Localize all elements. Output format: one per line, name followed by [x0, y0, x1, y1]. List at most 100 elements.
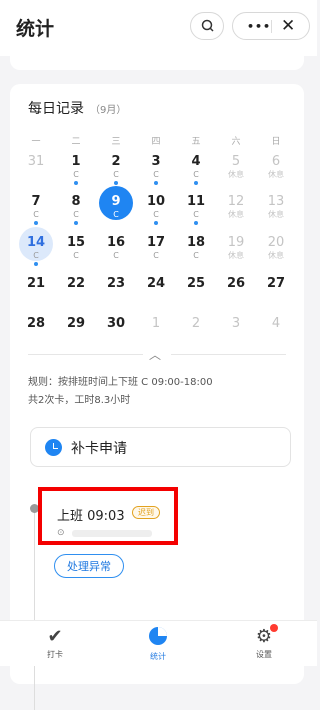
calendar-day[interactable]: 28 [16, 316, 56, 332]
patch-card-button[interactable]: 补卡申请 [30, 427, 291, 467]
calendar-day[interactable]: 4 [256, 316, 296, 332]
record-dot [74, 181, 78, 185]
calendar-day[interactable]: 9C [96, 186, 136, 225]
search-button[interactable] [190, 12, 224, 40]
calendar-day[interactable]: 19 休息 [216, 235, 256, 261]
handle-exception-button[interactable]: 处理异常 [54, 554, 124, 578]
day-number: 1 [151, 316, 161, 331]
day-number: 10 [146, 194, 166, 209]
weekday-label: 二 [71, 137, 81, 147]
calendar-day[interactable]: 2C [96, 154, 136, 185]
calendar-day[interactable]: 18 C [176, 235, 216, 261]
day-number: 8 [71, 194, 81, 209]
day-number: 18 [186, 235, 206, 250]
calendar-day[interactable]: 20 休息 [256, 235, 296, 261]
nav-item-settings[interactable]: ⚙ 设置 [234, 624, 294, 660]
calendar-day[interactable]: 30 [96, 316, 136, 332]
shift-label: C [33, 251, 39, 260]
shift-label: 休息 [268, 251, 284, 260]
calendar-day[interactable]: 4C [176, 154, 216, 185]
shift-label: C [193, 170, 199, 179]
calendar-day[interactable]: 11 C [176, 194, 216, 225]
calendar-day[interactable]: 8C [56, 194, 96, 225]
calendar-day[interactable]: 22 [56, 276, 96, 292]
shift-label: C [193, 251, 199, 260]
record-dot [154, 181, 158, 185]
calendar-day[interactable]: 12 休息 [216, 194, 256, 220]
day-number: 20 [267, 235, 285, 250]
day-number: 6 [271, 154, 281, 169]
day-number: 1 [71, 154, 81, 169]
record-dot [114, 181, 118, 185]
divider [171, 354, 286, 355]
calendar-day[interactable]: 2 [176, 316, 216, 332]
check-icon: ✔ [47, 626, 63, 647]
shift-label: 休息 [228, 210, 244, 219]
weekday-label: 三 [111, 137, 121, 147]
calendar-day[interactable]: 17 C [136, 235, 176, 261]
calendar-day[interactable]: 26 [216, 276, 256, 292]
nav-item-statistics[interactable]: 统计 [128, 627, 188, 662]
rule-text: 规则：按排班时间上下班 C 09:00-18:00 共2次卡，工时8.3小时 [28, 374, 213, 410]
record-dot [194, 221, 198, 225]
late-badge: 迟到 [132, 506, 160, 519]
calendar-day[interactable]: 7C [16, 194, 56, 225]
calendar-day[interactable]: 1C [56, 154, 96, 185]
calendar-day[interactable]: 27 [256, 276, 296, 292]
calendar-day[interactable]: 23 [96, 276, 136, 292]
nav-label: 打卡 [47, 650, 63, 659]
close-button[interactable]: ✕ [281, 16, 295, 36]
day-number: 4 [191, 154, 201, 169]
calendar-day[interactable]: 1 [136, 316, 176, 332]
shift-label: C [153, 210, 159, 219]
notification-dot [270, 624, 278, 632]
card-title: 每日记录 （9月） [28, 98, 126, 118]
calendar-day[interactable]: 3 [216, 316, 256, 332]
weekday-label: 一 [31, 137, 41, 147]
calendar-day[interactable]: 24 [136, 276, 176, 292]
day-number: 11 [186, 194, 206, 209]
timeline-line [34, 510, 35, 710]
rule-line: 规则：按排班时间上下班 C 09:00-18:00 [28, 377, 213, 388]
calendar-day[interactable]: 21 [16, 276, 56, 292]
calendar-day[interactable]: 5 休息 [216, 154, 256, 180]
calendar-day[interactable]: 29 [56, 316, 96, 332]
capsule-divider [271, 20, 272, 33]
calendar-day[interactable]: 16 C [96, 235, 136, 261]
calendar-day[interactable]: 25 [176, 276, 216, 292]
record-title: 每日记录 [28, 101, 84, 117]
day-number: 7 [31, 194, 41, 209]
calendar-day[interactable]: 10 C [136, 194, 176, 225]
shift-label: C [193, 210, 199, 219]
shift-label: 休息 [268, 210, 284, 219]
day-number: 3 [151, 154, 161, 169]
calendar-day[interactable]: 13 休息 [256, 194, 296, 220]
day-number: 21 [26, 276, 46, 291]
chevron-up-icon[interactable]: ︿ [149, 346, 161, 363]
day-number: 14 [26, 235, 46, 250]
calendar-day[interactable]: 3C [136, 154, 176, 185]
day-number: 12 [227, 194, 245, 209]
day-number: 16 [106, 235, 126, 250]
calendar-day[interactable]: 6 休息 [256, 154, 296, 180]
shift-label: C [113, 251, 119, 260]
day-number: 25 [186, 276, 206, 291]
page-title: 统计 [16, 18, 55, 40]
record-dot [74, 221, 78, 225]
nav-item-clock-in[interactable]: ✔ 打卡 [25, 627, 85, 660]
weekday-label: 五 [191, 137, 201, 147]
calendar-day[interactable]: 31 [16, 154, 56, 170]
record-dot [34, 221, 38, 225]
shift-label: 休息 [268, 170, 284, 179]
shift-label: C [33, 210, 39, 219]
day-number: 13 [267, 194, 285, 209]
day-number: 28 [26, 316, 46, 331]
punch-summary: 共2次卡，工时8.3小时 [28, 395, 131, 406]
location-pin-icon: ⊙ [57, 528, 65, 538]
summary-card-bottom [10, 44, 304, 70]
calendar-day[interactable]: 14 C [16, 227, 56, 266]
weekday-label: 日 [271, 137, 281, 147]
nav-label: 统计 [150, 652, 166, 661]
more-button[interactable]: ••• [247, 20, 271, 33]
calendar-day[interactable]: 15 C [56, 235, 96, 261]
